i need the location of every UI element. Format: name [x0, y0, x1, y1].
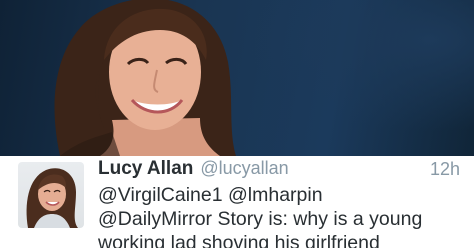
tweet-text-line: working lad shoving his girlfriend — [98, 232, 380, 248]
tweet-header: Lucy Allan @lucyallan 12h — [98, 158, 464, 182]
portrait-illustration — [54, 0, 236, 156]
header-photo — [0, 0, 474, 156]
author-name[interactable]: Lucy Allan — [98, 158, 193, 180]
avatar[interactable] — [18, 162, 84, 228]
screenshot-frame: Lucy Allan @lucyallan 12h @VirgilCaine1 … — [0, 0, 474, 248]
tweet-timestamp[interactable]: 12h — [430, 159, 460, 180]
author-handle[interactable]: @lucyallan — [200, 158, 288, 179]
tweet-card[interactable]: Lucy Allan @lucyallan 12h @VirgilCaine1 … — [0, 156, 474, 248]
tweet-text-line: @DailyMirror Story is: why is a young — [98, 208, 423, 230]
tweet-text-line: @VirgilCaine1 @lmharpin — [98, 184, 323, 206]
tweet-text: @VirgilCaine1 @lmharpin @DailyMirror Sto… — [98, 183, 474, 248]
avatar-portrait — [26, 168, 78, 228]
